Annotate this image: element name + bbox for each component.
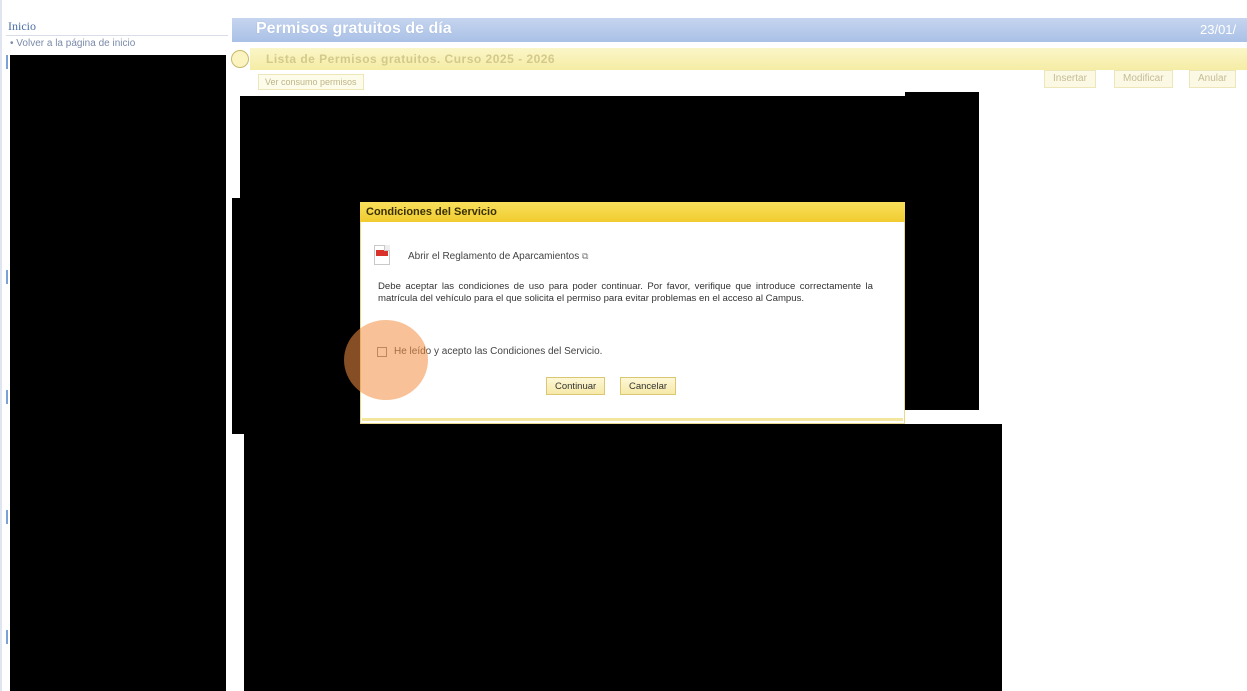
home-link-label: Volver a la página de inicio [16,38,136,49]
conditions-text: Debe aceptar las condiciones de uso para… [378,281,873,304]
cancel-permit-button[interactable]: Anular [1189,70,1236,88]
external-link-icon: ⧉ [581,251,589,261]
sidebar-header: Inicio [6,18,228,36]
redacted-area [240,96,905,202]
redacted-area [10,55,226,691]
list-icon [231,50,249,68]
modify-button[interactable]: Modificar [1114,70,1173,88]
redacted-area [905,92,979,202]
left-marker [6,270,8,284]
insert-button[interactable]: Insertar [1044,70,1096,88]
dialog-title: Condiciones del Servicio [360,202,905,222]
redacted-area [244,424,1002,691]
regulation-link[interactable]: Abrir el Reglamento de Aparcamientos ⧉ [408,251,588,262]
left-marker [6,55,8,69]
list-title: Lista de Permisos gratuitos. Curso 2025 … [266,52,556,66]
left-marker [6,390,8,404]
redacted-area [905,202,979,410]
left-marker [6,630,8,644]
continue-button[interactable]: Continuar [546,377,606,395]
regulation-link-label: Abrir el Reglamento de Aparcamientos [408,251,580,262]
cancel-button[interactable]: Cancelar [620,377,677,395]
pdf-icon[interactable] [374,245,390,265]
left-marker [6,510,8,524]
dialog-footer [362,418,903,421]
redacted-area [232,198,360,434]
bullet-icon: • [10,38,14,49]
view-consumption-button[interactable]: Ver consumo permisos [258,74,364,90]
left-border [0,0,2,691]
page-title: Permisos gratuitos de día [256,20,452,37]
click-highlight [344,320,428,400]
header-date: 23/01/ [1200,22,1237,37]
home-link[interactable]: • Volver a la página de inicio [10,38,135,49]
